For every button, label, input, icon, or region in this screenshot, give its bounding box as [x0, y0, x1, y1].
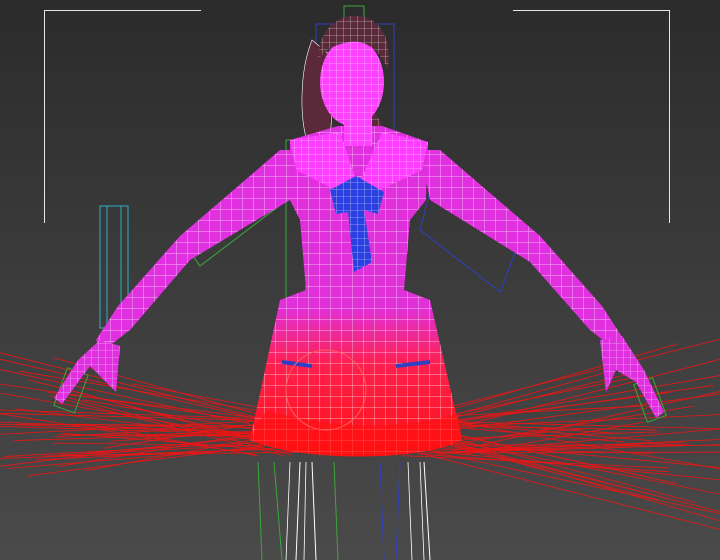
- cloth-ray: [0, 358, 285, 426]
- 3d-viewport[interactable]: [0, 0, 720, 560]
- cloth-ray: [451, 443, 720, 513]
- character-wireframe-model[interactable]: [0, 0, 720, 560]
- legs-wire: [285, 461, 425, 560]
- cloth-ray: [435, 385, 713, 426]
